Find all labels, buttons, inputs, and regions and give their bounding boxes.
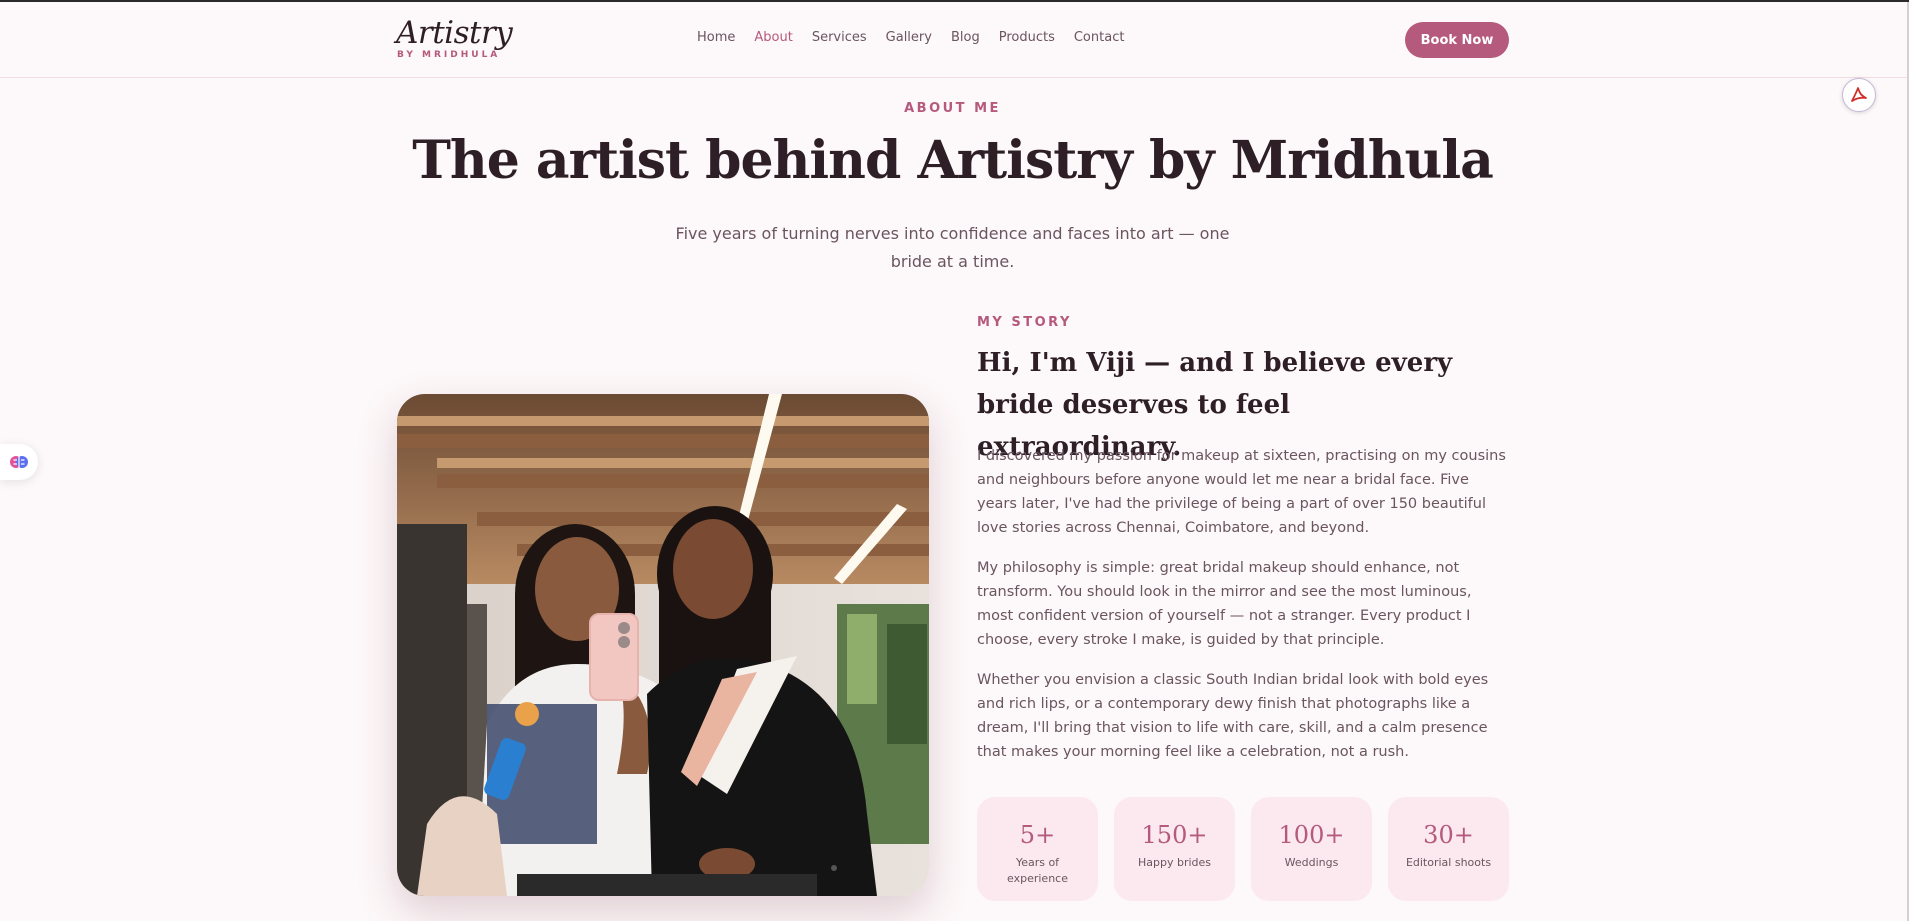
brain-extension-icon[interactable] <box>0 444 38 480</box>
stat-card-years: 5+ Years of experience <box>977 797 1098 901</box>
story-paragraph-1: I discovered my passion for makeup at si… <box>977 448 1506 536</box>
stat-value: 100+ <box>1278 821 1345 849</box>
nav-gallery[interactable]: Gallery <box>886 30 932 45</box>
stat-card-editorial: 30+ Editorial shoots <box>1388 797 1509 901</box>
main-nav: Home About Services Gallery Blog Product… <box>697 30 1143 45</box>
stat-card-weddings: 100+ Weddings <box>1251 797 1372 901</box>
stat-label: Weddings <box>1284 856 1339 869</box>
story-paragraph-2: My philosophy is simple: great bridal ma… <box>977 560 1472 648</box>
stat-card-brides: 150+ Happy brides <box>1114 797 1235 901</box>
hero-subtitle: Five years of turning nerves into confid… <box>675 224 1230 271</box>
site-header: Artistry BY MRIDHULA Home About Services… <box>0 2 1909 78</box>
nav-contact[interactable]: Contact <box>1074 30 1125 45</box>
artist-photo <box>397 394 929 896</box>
stat-label: Editorial shoots <box>1405 856 1492 869</box>
stat-value: 150+ <box>1141 821 1208 849</box>
story-eyebrow: MY STORY <box>977 315 1072 330</box>
site-logo[interactable]: Artistry BY MRIDHULA <box>396 15 513 60</box>
stat-label: Happy brides <box>1137 856 1212 869</box>
stat-value: 30+ <box>1423 821 1474 849</box>
nav-blog[interactable]: Blog <box>951 30 980 45</box>
hero-eyebrow: ABOUT ME <box>904 101 1001 116</box>
stat-label: Years of experience <box>1007 856 1068 885</box>
book-now-button[interactable]: Book Now <box>1405 22 1509 58</box>
page-title: The artist behind Artistry by Mridhula <box>412 130 1494 191</box>
nav-products[interactable]: Products <box>999 30 1055 45</box>
stat-value: 5+ <box>1019 821 1056 849</box>
nav-about[interactable]: About <box>754 30 792 45</box>
nav-services[interactable]: Services <box>812 30 867 45</box>
story-paragraph-3: Whether you envision a classic South Ind… <box>977 672 1489 760</box>
logo-tagline: BY MRIDHULA <box>397 50 501 60</box>
logo-wordmark: Artistry <box>396 15 513 51</box>
nav-home[interactable]: Home <box>697 30 735 45</box>
